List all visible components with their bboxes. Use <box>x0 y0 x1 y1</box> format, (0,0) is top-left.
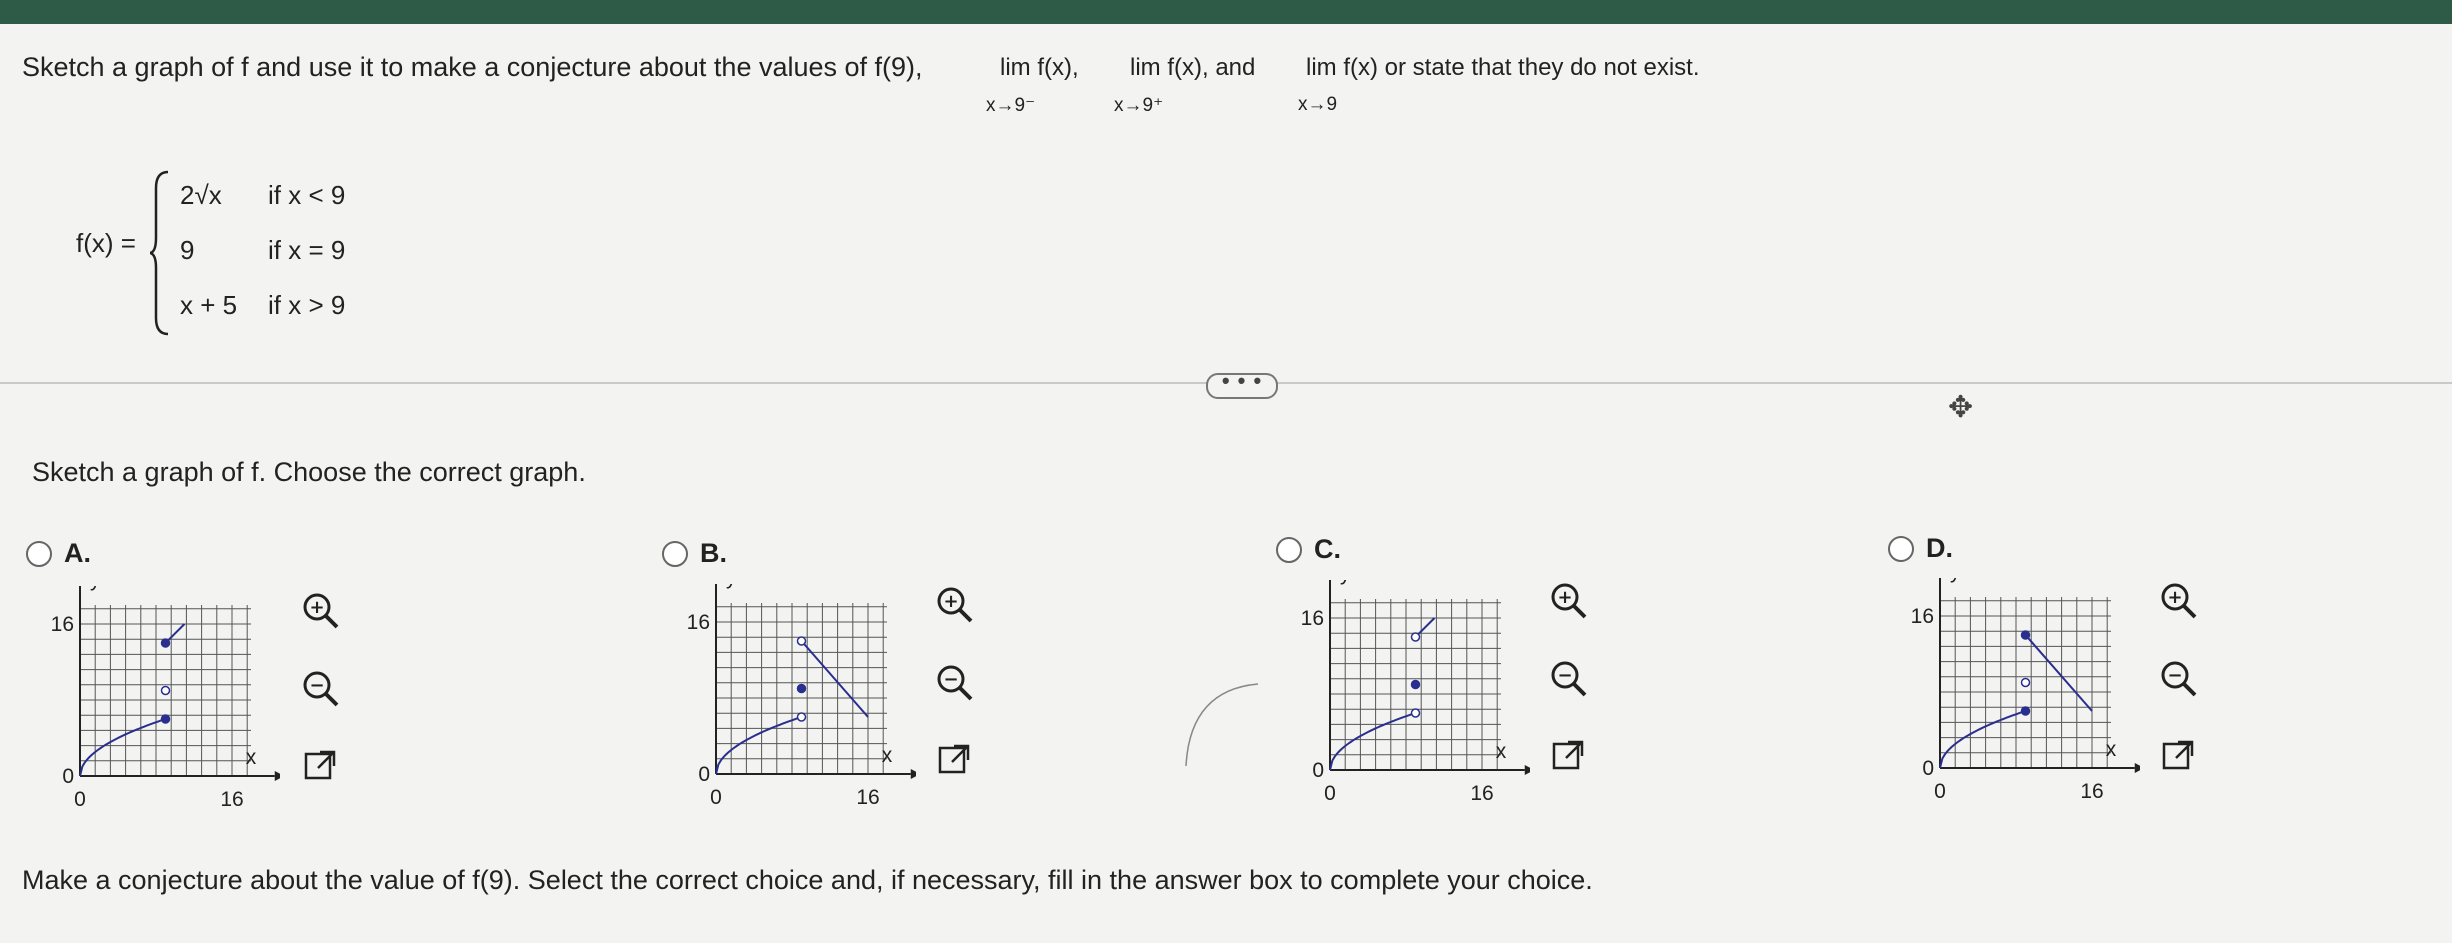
more-button[interactable]: • • • <box>1206 370 1278 399</box>
filled-point <box>2020 706 2031 716</box>
y-origin-label: 0 <box>1312 759 1324 782</box>
curve-left <box>1939 710 2026 769</box>
svg-text:−: − <box>943 669 958 690</box>
zoom-out-icon[interactable]: − <box>300 668 340 708</box>
case-3-cond: if x > 9 <box>268 290 346 320</box>
svg-text:−: − <box>1557 665 1572 686</box>
open-point <box>1410 632 1421 642</box>
zoom-in-icon[interactable]: + <box>1548 580 1588 620</box>
limit-left: lim f(x), <box>1000 54 1079 81</box>
option-d-radio[interactable] <box>1888 536 1914 562</box>
svg-text:−: − <box>309 675 324 696</box>
x-axis-arrow <box>910 769 916 779</box>
graph-prompt: Sketch a graph of f. Choose the correct … <box>32 457 586 487</box>
f9-prompt: Make a conjecture about the value of f(9… <box>22 865 1593 895</box>
move-icon[interactable]: ✥ <box>1948 390 1973 425</box>
case-1-expr: 2√x <box>180 180 222 210</box>
top-bar <box>0 0 2452 24</box>
decorative-arc <box>1185 683 1259 767</box>
x-origin-label: 0 <box>1934 780 1946 803</box>
x-tick-label: 16 <box>2080 780 2103 803</box>
zoom-out-icon[interactable]: − <box>934 662 974 702</box>
limit-right: lim f(x), and <box>1130 54 1256 81</box>
y-axis-label: y <box>1340 580 1351 585</box>
x-axis-arrow <box>274 771 280 781</box>
option-b-radio[interactable] <box>662 541 688 567</box>
external-link-icon[interactable] <box>300 746 340 786</box>
brace-icon <box>150 170 169 336</box>
x-tick-label: 16 <box>1470 782 1493 805</box>
open-point <box>160 685 171 696</box>
svg-text:+: + <box>1557 587 1572 608</box>
option-c-label: C. <box>1314 534 1341 564</box>
x-tick-label: 16 <box>856 786 879 809</box>
option-a-graph: 16 00 16 y x <box>51 586 280 811</box>
option-b-label: B. <box>700 538 727 568</box>
filled-point <box>160 714 171 724</box>
external-link-icon[interactable] <box>934 740 974 780</box>
x-origin-label: 0 <box>74 788 86 811</box>
external-link-icon[interactable] <box>1548 736 1588 776</box>
zoom-out-icon[interactable]: − <box>1548 658 1588 698</box>
option-c-radio[interactable] <box>1276 537 1302 563</box>
y-axis-label: y <box>1950 578 1961 583</box>
x-origin-label: 0 <box>1324 782 1336 805</box>
filled-point <box>2020 630 2031 640</box>
limit-two-sided-sub: x→9 <box>1298 94 1338 115</box>
x-axis-label: x <box>2106 738 2117 761</box>
limit-two-sided: lim f(x) or state that they do not exist… <box>1306 54 1700 81</box>
curve-left <box>715 716 802 775</box>
option-d-graph: 16 00 16 y x <box>1911 578 2140 803</box>
question-text: Sketch a graph of f and use it to make a… <box>22 52 923 82</box>
zoom-in-icon[interactable]: + <box>300 590 340 630</box>
y-axis-label: y <box>90 586 101 591</box>
svg-text:+: + <box>309 597 324 618</box>
x-axis-label: x <box>1496 740 1507 763</box>
filled-point <box>796 683 807 694</box>
open-point <box>2020 677 2031 688</box>
option-a-label: A. <box>64 538 91 568</box>
zoom-in-icon[interactable]: + <box>934 584 974 624</box>
option-d-label: D. <box>1926 533 1953 563</box>
x-axis-label: x <box>246 746 257 769</box>
svg-text:+: + <box>943 591 958 612</box>
svg-text:−: − <box>2167 665 2182 686</box>
svg-text:+: + <box>2167 587 2182 608</box>
open-point <box>1410 708 1421 718</box>
option-c-graph: 16 00 16 y x <box>1301 580 1530 805</box>
limit-right-sub: x→9⁺ <box>1114 95 1164 116</box>
x-origin-label: 0 <box>710 786 722 809</box>
y-origin-label: 0 <box>698 763 710 786</box>
y-origin-label: 0 <box>1922 757 1934 780</box>
y-origin-label: 0 <box>62 765 74 788</box>
case-2-cond: if x = 9 <box>268 235 346 265</box>
function-label: f(x) = <box>76 228 136 258</box>
x-axis-arrow <box>1524 765 1530 775</box>
case-1-cond: if x < 9 <box>268 180 346 210</box>
y-tick-label: 16 <box>51 613 74 636</box>
y-tick-label: 16 <box>1911 605 1934 628</box>
curve-left <box>79 718 166 777</box>
case-3-expr: x + 5 <box>180 290 238 320</box>
open-point <box>796 712 807 722</box>
y-tick-label: 16 <box>1301 607 1324 630</box>
y-axis-label: y <box>726 584 737 589</box>
curve-left <box>1329 712 1416 771</box>
x-tick-label: 16 <box>220 788 243 811</box>
x-axis-arrow <box>2134 763 2140 773</box>
open-point <box>796 636 807 646</box>
filled-point <box>1410 679 1421 690</box>
filled-point <box>160 638 171 648</box>
option-b-graph: 16 00 16 y x <box>687 584 916 809</box>
x-axis-label: x <box>882 744 893 767</box>
limit-left-sub: x→9⁻ <box>986 95 1036 116</box>
case-2-expr: 9 <box>180 235 195 265</box>
option-a-radio[interactable] <box>26 541 52 567</box>
zoom-out-icon[interactable]: − <box>2158 658 2198 698</box>
external-link-icon[interactable] <box>2158 736 2198 776</box>
zoom-in-icon[interactable]: + <box>2158 580 2198 620</box>
y-tick-label: 16 <box>687 611 710 634</box>
